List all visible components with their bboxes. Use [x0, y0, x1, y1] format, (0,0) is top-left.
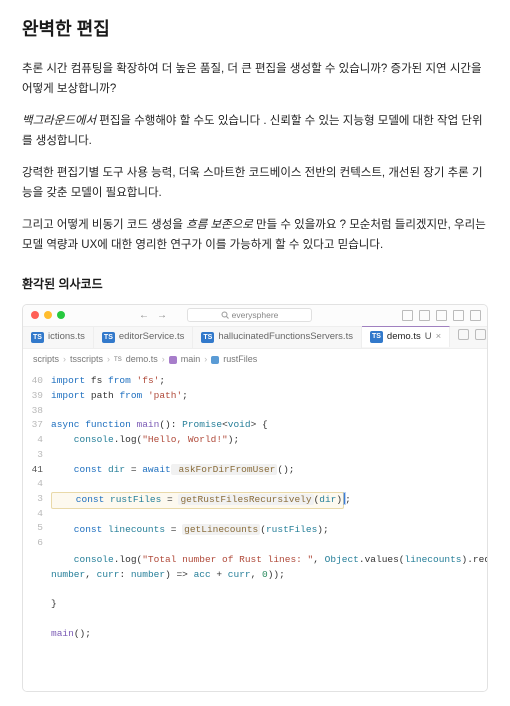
search-placeholder: everysphere: [232, 308, 279, 322]
titlebar: ← → everysphere: [23, 305, 487, 327]
variable-icon: [211, 356, 219, 364]
search-icon: [221, 311, 229, 319]
breadcrumb-part[interactable]: demo.ts: [126, 352, 158, 367]
layout-icon-1[interactable]: [402, 310, 413, 321]
text-caret: [344, 493, 345, 504]
breadcrumb-part[interactable]: scripts: [33, 352, 59, 367]
minimize-icon[interactable]: [44, 311, 52, 319]
tab-hallucinated-functions[interactable]: TS hallucinatedFunctionsServers.ts: [193, 327, 362, 348]
breadcrumb-part[interactable]: rustFiles: [223, 352, 257, 367]
code-area[interactable]: 40 39 38 37 4 3 41 4 3 4 5 6 import fs f…: [23, 370, 487, 691]
breadcrumb-part[interactable]: tsscripts: [70, 352, 103, 367]
typescript-icon: TS: [201, 332, 214, 344]
tab-demo[interactable]: TS demo.ts U ×: [362, 326, 450, 347]
paragraph-1: 추론 시간 컴퓨팅을 확장하여 더 높은 품질, 더 큰 편집을 생성할 수 있…: [22, 59, 488, 99]
command-center[interactable]: everysphere: [187, 308, 312, 322]
line-gutter: 40 39 38 37 4 3 41 4 3 4 5 6: [23, 374, 51, 641]
tab-editor-service[interactable]: TS editorService.ts: [94, 327, 193, 348]
breadcrumb-part[interactable]: main: [181, 352, 201, 367]
editor-window: ← → everysphere TS ictions.ts TS editorS…: [22, 304, 488, 692]
nav-forward-icon[interactable]: →: [154, 307, 170, 324]
tab-label: ictions.ts: [48, 329, 85, 345]
nav-back-icon[interactable]: ←: [136, 307, 152, 324]
code-lines[interactable]: import fs from 'fs';import path from 'pa…: [51, 374, 487, 641]
layout-icon-3[interactable]: [436, 310, 447, 321]
typescript-icon: TS: [114, 355, 122, 365]
nav-arrows[interactable]: ← →: [136, 307, 170, 324]
close-tab-icon[interactable]: ×: [436, 329, 442, 345]
split-icon[interactable]: [475, 329, 486, 340]
breadcrumb[interactable]: scripts› tsscripts› TS demo.ts› main› ru…: [23, 349, 487, 370]
tab-bar: TS ictions.ts TS editorService.ts TS hal…: [23, 327, 487, 349]
typescript-icon: TS: [31, 332, 44, 344]
close-icon[interactable]: [31, 311, 39, 319]
tab-label: demo.ts: [387, 329, 421, 345]
layout-icon-5[interactable]: [470, 310, 481, 321]
typescript-icon: TS: [102, 332, 115, 344]
tab-label: editorService.ts: [119, 329, 184, 345]
function-icon: [169, 356, 177, 364]
titlebar-actions: [402, 310, 481, 321]
dirty-indicator: U: [425, 329, 432, 345]
zoom-icon[interactable]: [57, 311, 65, 319]
tab-ictions[interactable]: TS ictions.ts: [23, 327, 94, 348]
typescript-icon: TS: [370, 331, 383, 343]
paragraph-2: 백그라운드에서 편집을 수행해야 할 수도 있습니다 . 신뢰할 수 있는 지능…: [22, 111, 488, 151]
compare-icon[interactable]: [458, 329, 469, 340]
page-title: 완벽한 편집: [22, 14, 488, 45]
layout-icon-2[interactable]: [419, 310, 430, 321]
window-controls[interactable]: [31, 311, 65, 319]
paragraph-4: 그리고 어떻게 비동기 코드 생성을 흐름 보존으로 만들 수 있을까요 ? 모…: [22, 215, 488, 255]
paragraph-3: 강력한 편집기별 도구 사용 능력, 더욱 스마트한 코드베이스 전반의 컨텍스…: [22, 163, 488, 203]
layout-icon-4[interactable]: [453, 310, 464, 321]
section-title: 환각된 의사코드: [22, 274, 488, 294]
tab-label: hallucinatedFunctionsServers.ts: [218, 329, 353, 345]
